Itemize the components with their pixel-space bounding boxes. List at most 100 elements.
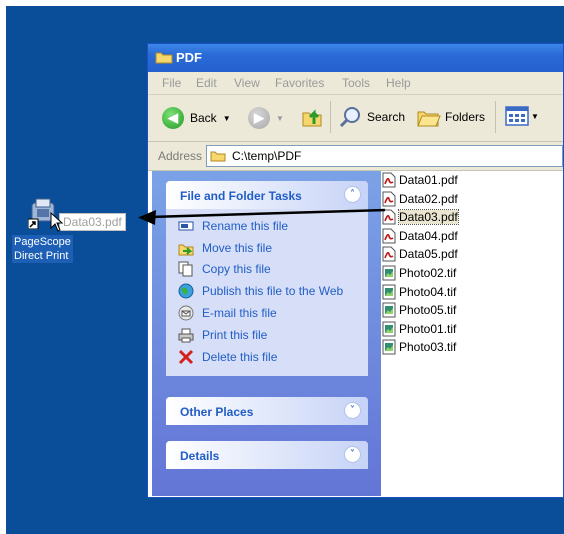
expand-chevron-icon[interactable]: ˅ (344, 446, 361, 463)
file-name: Data02.pdf (399, 191, 458, 206)
move-icon (178, 240, 194, 256)
menu-help[interactable]: Help (386, 76, 411, 90)
task-pane: File and Folder Tasks ˄ Rename this file… (152, 171, 381, 496)
menu-tools[interactable]: Tools (342, 76, 370, 90)
folders-label: Folders (445, 110, 486, 124)
publish-file-link[interactable]: Publish this file to the Web (178, 280, 368, 302)
back-arrow-icon: ◀ (162, 107, 184, 129)
title-bar[interactable]: PDF (148, 44, 563, 72)
back-dropdown-icon[interactable]: ▼ (223, 114, 231, 123)
desktop-icon-label-line2: Direct Print (14, 250, 69, 262)
details-title: Details (180, 449, 220, 463)
print-file-link[interactable]: Print this file (178, 324, 368, 346)
back-label: Back (190, 111, 217, 125)
task-label: Delete this file (202, 349, 278, 364)
file-name: Photo03.tif (399, 340, 457, 355)
up-folder-button[interactable] (300, 105, 324, 129)
tif-file-icon (382, 284, 396, 300)
delete-file-link[interactable]: Delete this file (178, 346, 368, 368)
tif-file-icon (382, 339, 396, 355)
file-name: Photo05.tif (399, 303, 457, 318)
address-bar: Address C:\temp\PDF (148, 142, 563, 171)
pdf-file-icon (382, 209, 396, 225)
folder-icon (210, 151, 226, 162)
menu-edit[interactable]: Edit (196, 76, 217, 90)
address-path: C:\temp\PDF (232, 149, 302, 163)
task-label: Publish this file to the Web (202, 284, 344, 299)
pdf-file-icon (382, 191, 396, 207)
file-item[interactable]: Data05.pdf (382, 245, 458, 263)
file-item[interactable]: Photo01.tif (382, 320, 456, 338)
address-input[interactable]: C:\temp\PDF (206, 145, 563, 167)
toolbar: ◀ Back ▼ ▶ ▼ Search Folders ▼ (148, 95, 563, 142)
delete-icon (178, 349, 194, 365)
drag-ghost-label: Data03.pdf (59, 213, 126, 231)
toolbar-separator (495, 101, 496, 133)
task-list: Rename this file Move this file Copy thi… (166, 209, 368, 376)
window-title: PDF (176, 50, 202, 65)
file-name: Photo01.tif (399, 321, 457, 336)
forward-dropdown-icon[interactable]: ▼ (276, 114, 284, 123)
file-item[interactable]: Photo03.tif (382, 338, 456, 356)
move-file-link[interactable]: Move this file (178, 237, 368, 259)
toolbar-separator (330, 101, 331, 133)
views-icon (505, 106, 529, 126)
rename-file-link[interactable]: Rename this file (178, 215, 368, 237)
task-label: Move this file (202, 240, 273, 255)
menu-view[interactable]: View (234, 76, 260, 90)
file-item[interactable]: Data02.pdf (382, 190, 458, 208)
file-folder-tasks-header[interactable]: File and Folder Tasks ˄ (166, 181, 368, 209)
back-button[interactable]: ◀ Back ▼ (162, 107, 231, 129)
search-label: Search (367, 110, 406, 124)
file-item[interactable]: Data01.pdf (382, 171, 458, 189)
file-item[interactable]: Photo02.tif (382, 264, 456, 282)
task-label: Print this file (202, 327, 268, 342)
file-item[interactable]: Photo05.tif (382, 301, 456, 319)
folders-icon (417, 111, 441, 127)
other-places-header[interactable]: Other Places ˅ (166, 397, 368, 425)
task-label: E-mail this file (202, 306, 277, 321)
task-label: Copy this file (202, 262, 271, 277)
desktop-icon-label-line1: PageScope (14, 236, 71, 248)
menu-bar: File Edit View Favorites Tools Help (148, 72, 563, 95)
file-name: Photo02.tif (399, 266, 457, 280)
folder-icon (155, 52, 173, 64)
forward-button[interactable]: ▶ ▼ (248, 107, 284, 129)
copy-icon (178, 261, 194, 277)
pdf-file-icon (382, 246, 396, 262)
file-item-selected[interactable]: Data03.pdf (382, 208, 459, 226)
rename-icon (178, 218, 194, 234)
file-folder-tasks-panel: File and Folder Tasks ˄ Rename this file… (166, 181, 368, 376)
views-button[interactable]: ▼ (505, 105, 539, 127)
pdf-file-icon (382, 172, 396, 188)
pdf-file-icon (382, 228, 396, 244)
globe-icon (178, 283, 194, 299)
tif-file-icon (382, 321, 396, 337)
tif-file-icon (382, 302, 396, 318)
email-file-link[interactable]: E-mail this file (178, 302, 368, 324)
desktop-icon-label: PageScope Direct Print (12, 235, 73, 263)
address-label: Address (158, 149, 203, 163)
up-folder-icon (302, 109, 322, 127)
file-name: Data01.pdf (399, 173, 458, 187)
details-header[interactable]: Details ˅ (166, 441, 368, 469)
menu-file[interactable]: File (162, 76, 181, 90)
details-panel: Details ˅ (166, 441, 368, 469)
views-dropdown-icon[interactable]: ▼ (531, 112, 539, 121)
file-item[interactable]: Photo04.tif (382, 283, 456, 301)
search-button[interactable]: Search (338, 105, 405, 129)
folders-button[interactable]: Folders (416, 105, 485, 129)
other-places-panel: Other Places ˅ (166, 397, 368, 425)
collapse-chevron-icon[interactable]: ˄ (344, 186, 361, 203)
task-label: Rename this file (202, 218, 289, 233)
file-name: Photo04.tif (399, 284, 457, 299)
explorer-window: PDF File Edit View Favorites Tools Help … (147, 43, 564, 498)
file-item[interactable]: Data04.pdf (382, 227, 458, 245)
menu-favorites[interactable]: Favorites (275, 76, 324, 90)
copy-file-link[interactable]: Copy this file (178, 259, 368, 281)
file-name: Data03.pdf (398, 209, 459, 226)
file-name: Data04.pdf (399, 228, 458, 243)
expand-chevron-icon[interactable]: ˅ (344, 402, 361, 419)
tif-file-icon (382, 265, 396, 281)
file-name: Data05.pdf (399, 247, 458, 262)
